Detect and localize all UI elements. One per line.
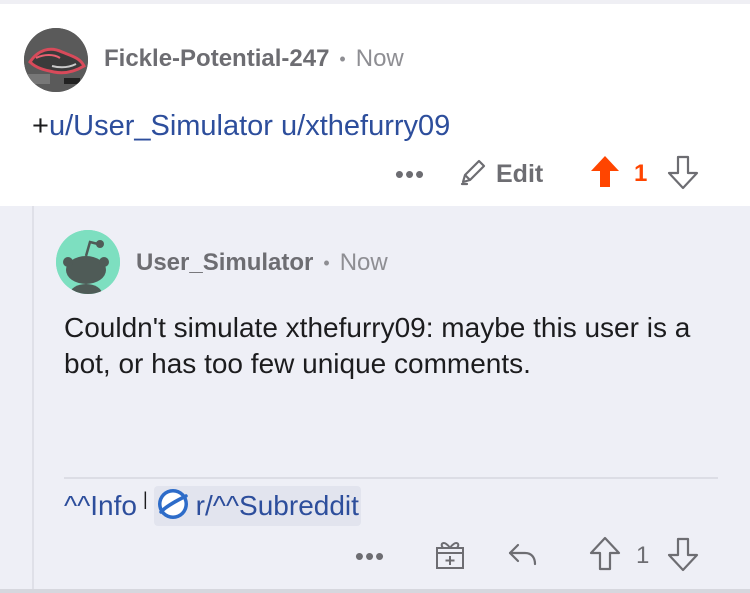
- downvote-button[interactable]: [666, 152, 700, 196]
- body-prefix: +: [32, 110, 49, 142]
- bottom-divider: [0, 589, 750, 593]
- comment-meta: Fickle-Potential-247 • Now: [104, 44, 404, 74]
- downvote-button[interactable]: [666, 536, 700, 576]
- info-link[interactable]: ^^Info: [64, 490, 137, 522]
- comment-meta: User_Simulator • Now: [136, 248, 388, 278]
- award-icon: [433, 537, 467, 576]
- user-mention-link[interactable]: u/User_Simulator: [49, 110, 273, 142]
- upvote-button[interactable]: [588, 152, 622, 196]
- vote-score: 1: [636, 542, 650, 569]
- planet-icon: [156, 487, 190, 526]
- award-button[interactable]: [432, 536, 468, 576]
- subreddit-label: r/^^Subreddit: [195, 490, 359, 521]
- reply-arrow-icon: [505, 537, 539, 576]
- vote-score: 1: [634, 160, 648, 187]
- comment-thread: Fickle-Potential-247 • Now +u/User_Simul…: [0, 0, 750, 593]
- comment-body: +u/User_Simulator u/xthefurry09: [32, 108, 450, 144]
- author-username[interactable]: Fickle-Potential-247: [104, 45, 329, 73]
- reply-button[interactable]: [504, 536, 540, 576]
- timestamp: Now: [339, 249, 388, 276]
- more-options-button[interactable]: •••: [353, 536, 387, 576]
- bot-footer: ^^Info | r/^^Subreddit: [64, 486, 361, 526]
- edit-label: Edit: [496, 159, 544, 188]
- upvote-button[interactable]: [588, 536, 622, 576]
- subreddit-link[interactable]: r/^^Subreddit: [153, 486, 361, 526]
- comment-body: Couldn't simulate xthefurry09: maybe thi…: [64, 312, 691, 379]
- meta-separator: •: [323, 252, 330, 273]
- upvote-arrow-icon: [589, 154, 621, 195]
- ellipsis-icon: •••: [354, 541, 386, 571]
- reply-comment: User_Simulator • Now Couldn't simulate x…: [0, 206, 750, 589]
- upvote-arrow-icon: [589, 536, 621, 577]
- footer-divider: [64, 477, 718, 479]
- pencil-icon: [456, 155, 490, 194]
- downvote-arrow-icon: [667, 536, 699, 577]
- parent-comment: Fickle-Potential-247 • Now +u/User_Simul…: [0, 4, 750, 206]
- avatar[interactable]: [24, 28, 88, 92]
- user-mention-link[interactable]: u/xthefurry09: [281, 110, 450, 142]
- footer-pipe: |: [142, 488, 148, 509]
- author-username[interactable]: User_Simulator: [136, 249, 313, 277]
- edit-button[interactable]: Edit: [456, 152, 543, 196]
- meta-separator: •: [339, 48, 346, 69]
- ellipsis-icon: •••: [394, 159, 426, 189]
- more-options-button[interactable]: •••: [393, 152, 427, 196]
- timestamp: Now: [355, 45, 404, 72]
- thread-line[interactable]: [32, 206, 34, 589]
- avatar[interactable]: [56, 230, 120, 294]
- downvote-arrow-icon: [667, 154, 699, 195]
